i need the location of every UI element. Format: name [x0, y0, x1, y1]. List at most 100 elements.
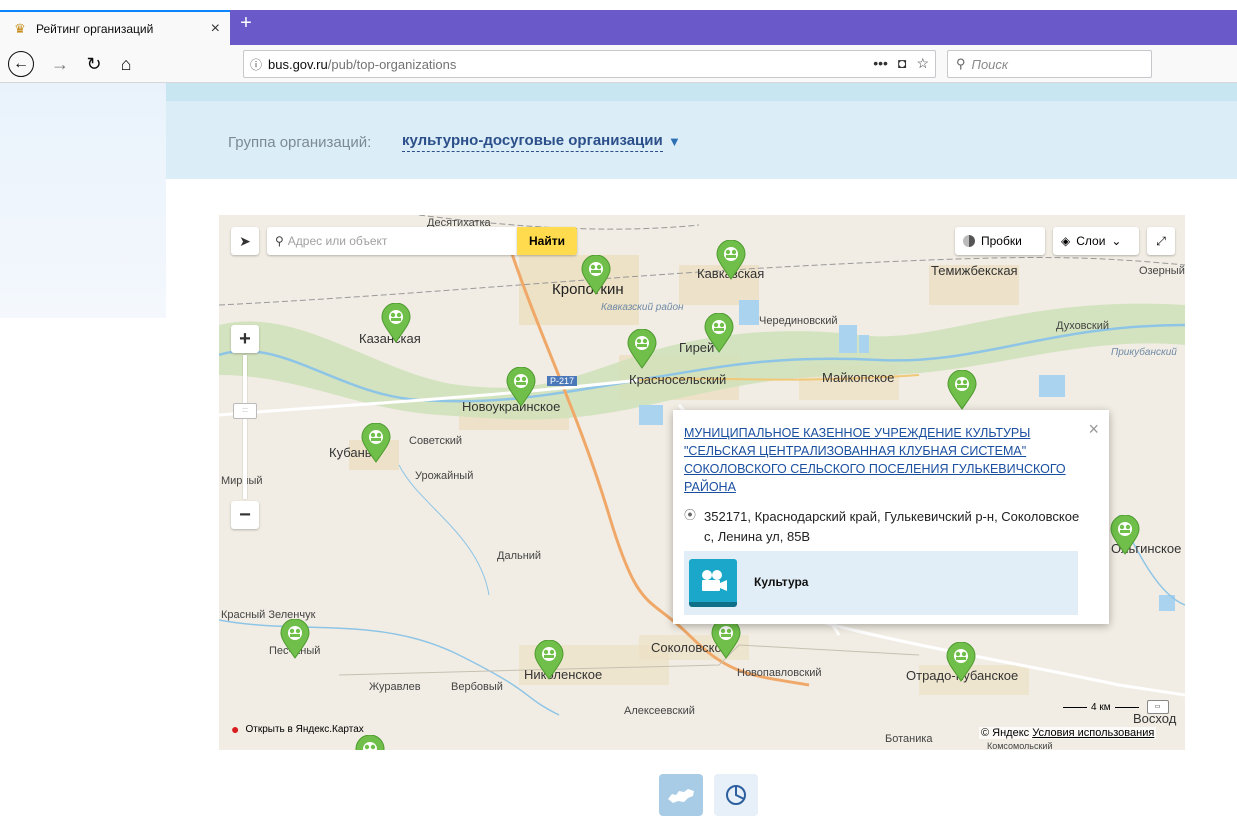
popup-close-icon[interactable]: × — [1088, 420, 1099, 438]
url-actions: ••• ◘ ☆ — [873, 55, 929, 72]
search-icon: ⚲ — [956, 56, 966, 71]
map-view-button[interactable] — [659, 774, 703, 816]
layers-button[interactable]: ◈ Слои ⌄ — [1053, 227, 1139, 255]
sidebar-panel — [0, 83, 166, 318]
layers-label: Слои — [1076, 234, 1106, 248]
dropdown-arrow-icon[interactable]: ▼ — [668, 134, 681, 149]
url-path: /pub/top-organizations — [327, 56, 457, 72]
category-block: Культура — [684, 551, 1078, 615]
culture-marker[interactable] — [1110, 515, 1140, 555]
geolocation-icon[interactable]: ➤ — [231, 227, 259, 255]
culture-marker[interactable] — [946, 642, 976, 682]
new-tab-button[interactable]: + — [236, 12, 256, 35]
russia-map-icon — [668, 789, 694, 803]
map-place-label: Красносельский — [629, 372, 727, 387]
map-place-label: Черединовский — [759, 315, 838, 327]
group-select[interactable]: культурно-досуговые организации — [402, 132, 663, 152]
tab-close-button[interactable]: × — [211, 20, 220, 38]
film-camera-icon — [689, 559, 737, 607]
url-host: bus.gov.ru — [268, 56, 328, 72]
browser-tab[interactable]: ♛ Рейтинг организаций × — [0, 10, 230, 45]
map-place-label: Журавлев — [369, 681, 421, 693]
map-copyright: © Яндекс Условия использования — [979, 727, 1157, 739]
culture-marker[interactable] — [947, 370, 977, 410]
browser-navbar: ← → ↻ ⌂ ⓘ bus.gov.ru /pub/top-organizati… — [0, 45, 1237, 83]
info-icon[interactable]: ⓘ — [244, 56, 268, 73]
terms-link[interactable]: Условия использования — [1032, 727, 1154, 739]
culture-marker[interactable] — [355, 735, 385, 750]
map-scale: 4 км ▭ — [1063, 700, 1169, 714]
map-find-button[interactable]: Найти — [517, 227, 577, 255]
map-place-label: Прикубанский — [1111, 347, 1177, 358]
traffic-icon — [963, 235, 975, 247]
zoom-control: + ::: − — [231, 325, 259, 531]
map-place-label: Новопавловский — [737, 667, 822, 679]
map-place-label: Озерный — [1139, 265, 1185, 277]
zoom-slider-track[interactable] — [243, 355, 247, 499]
search-icon: ⚲ — [275, 234, 284, 248]
culture-marker[interactable] — [361, 423, 391, 463]
map-place-label: Ботаника — [885, 733, 933, 745]
culture-marker[interactable] — [506, 367, 536, 407]
ruler-icon[interactable]: ▭ — [1146, 700, 1169, 714]
chevron-down-icon: ⌄ — [1111, 234, 1122, 248]
reload-icon[interactable]: ↻ — [80, 50, 108, 78]
tab-strip — [230, 10, 1237, 45]
map-place-label: Урожайный — [415, 470, 474, 482]
map-place-label: Вербовый — [451, 681, 503, 693]
layers-icon: ◈ — [1061, 234, 1071, 248]
group-label: Группа организаций: — [228, 134, 372, 151]
organization-address: 352171, Краснодарский край, Гулькевичски… — [704, 509, 1080, 544]
group-filter-bar: Группа организаций: культурно-досуговые … — [166, 83, 1237, 179]
forward-icon[interactable]: → — [46, 50, 74, 78]
location-pin-icon: ⦿ — [684, 508, 697, 522]
home-icon[interactable]: ⌂ — [112, 50, 140, 78]
organization-popup: × МУНИЦИПАЛЬНОЕ КАЗЕННОЕ УЧРЕЖДЕНИЕ КУЛЬ… — [673, 410, 1109, 624]
traffic-label: Пробки — [981, 234, 1022, 248]
zoom-in-button[interactable]: + — [231, 325, 259, 353]
chart-view-button[interactable] — [714, 774, 758, 816]
bookmark-star-icon[interactable]: ☆ — [916, 55, 929, 72]
map-pin-icon: ● — [231, 721, 240, 737]
map-search-placeholder: Адрес или объект — [287, 234, 388, 248]
selected-culture-marker[interactable] — [711, 619, 741, 659]
road-number-label: Р-217 — [547, 376, 578, 386]
organization-title-link[interactable]: МУНИЦИПАЛЬНОЕ КАЗЕННОЕ УЧРЕЖДЕНИЕ КУЛЬТУ… — [684, 424, 1084, 496]
map-place-label: Кавказский район — [601, 302, 684, 313]
pie-chart-icon — [726, 785, 746, 805]
back-icon[interactable]: ← — [8, 51, 34, 77]
map-search-input[interactable]: ⚲ Адрес или объект — [267, 227, 517, 255]
map-place-label: Дальний — [497, 550, 542, 562]
culture-marker[interactable] — [716, 240, 746, 280]
page-actions-icon[interactable]: ••• — [873, 55, 888, 72]
culture-marker[interactable] — [280, 619, 310, 659]
search-placeholder: Поиск — [971, 56, 1009, 72]
group-bar-band — [166, 83, 1237, 101]
zoom-slider-thumb[interactable]: ::: — [233, 403, 257, 419]
tab-title: Рейтинг организаций — [36, 21, 154, 36]
culture-marker[interactable] — [581, 255, 611, 295]
pocket-icon[interactable]: ◘ — [898, 55, 906, 72]
map-place-label: Комсомольский — [987, 741, 1053, 750]
copyright-text: © Яндекс — [981, 727, 1030, 739]
browser-search-input[interactable]: ⚲ Поиск — [947, 50, 1152, 78]
coat-of-arms-icon: ♛ — [14, 20, 26, 36]
browser-tabbar: ♛ Рейтинг организаций × + — [0, 0, 1237, 45]
culture-marker[interactable] — [534, 640, 564, 680]
culture-marker[interactable] — [627, 329, 657, 369]
map-place-label: Темижбекская — [931, 263, 1018, 278]
zoom-out-button[interactable]: − — [231, 501, 259, 529]
traffic-button[interactable]: Пробки — [955, 227, 1045, 255]
map-place-label: Майкопское — [822, 370, 895, 385]
map-place-label: Советский — [409, 435, 463, 447]
map-place-label: Алексеевский — [624, 705, 695, 717]
fullscreen-icon[interactable]: ⤢ — [1147, 227, 1175, 255]
culture-marker[interactable] — [704, 313, 734, 353]
url-bar[interactable]: ⓘ bus.gov.ru /pub/top-organizations ••• … — [243, 50, 936, 78]
open-in-yandex-label: Открыть в Яндекс.Картах — [245, 723, 364, 735]
category-label: Культура — [754, 575, 809, 589]
scale-label: 4 км — [1091, 701, 1111, 713]
open-in-yandex-link[interactable]: ● Открыть в Яндекс.Картах — [231, 721, 364, 737]
map-place-label: Духовский — [1056, 320, 1110, 332]
culture-marker[interactable] — [381, 303, 411, 343]
